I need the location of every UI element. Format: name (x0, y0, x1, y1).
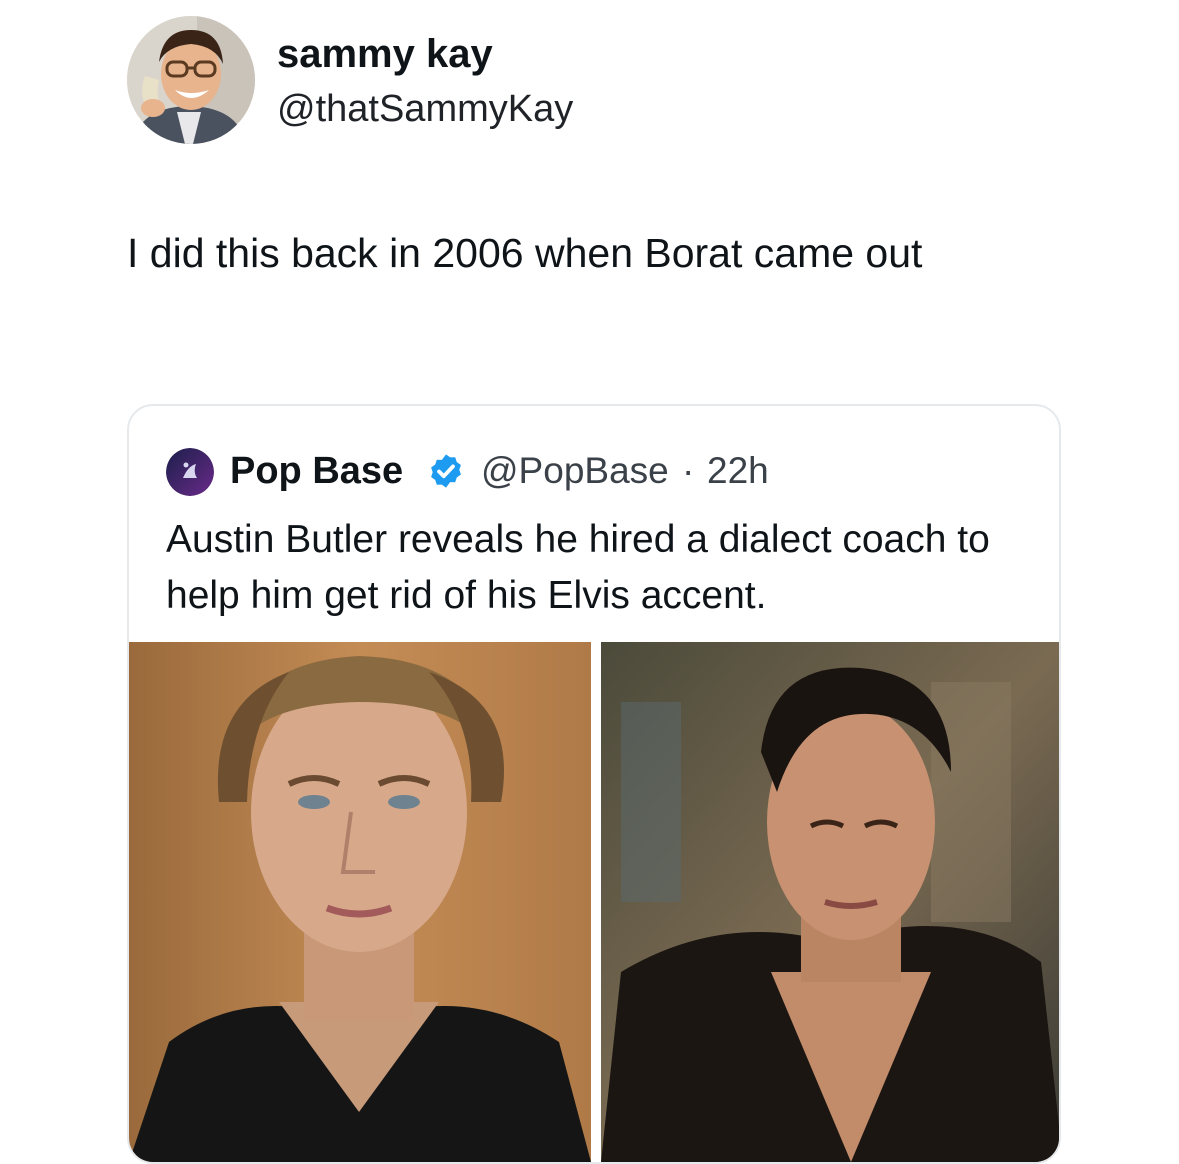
quoted-handle[interactable]: @PopBase (481, 452, 669, 489)
author-handle[interactable]: @thatSammyKay (277, 90, 573, 128)
quoted-display-name[interactable]: Pop Base (230, 452, 403, 490)
quoted-tweet-text: Austin Butler reveals he hired a dialect… (166, 518, 990, 617)
quoted-timestamp[interactable]: 22h (707, 452, 769, 489)
quoted-image-left[interactable] (129, 642, 591, 1162)
right-photo (601, 642, 1059, 1162)
pop-base-logo-icon (166, 448, 214, 496)
tweet-text: I did this back in 2006 when Borat came … (127, 230, 923, 276)
verified-badge-icon (427, 452, 465, 490)
author-display-name[interactable]: sammy kay (277, 34, 493, 74)
quoted-image-right[interactable] (601, 642, 1059, 1162)
quoted-tweet-card[interactable]: Pop Base @PopBase · 22h Austin Butler re… (127, 404, 1061, 1164)
author-avatar[interactable] (127, 16, 255, 144)
profile-photo (127, 16, 255, 144)
separator-dot: · (682, 450, 695, 491)
left-photo (129, 642, 591, 1162)
quoted-avatar[interactable] (166, 448, 214, 496)
